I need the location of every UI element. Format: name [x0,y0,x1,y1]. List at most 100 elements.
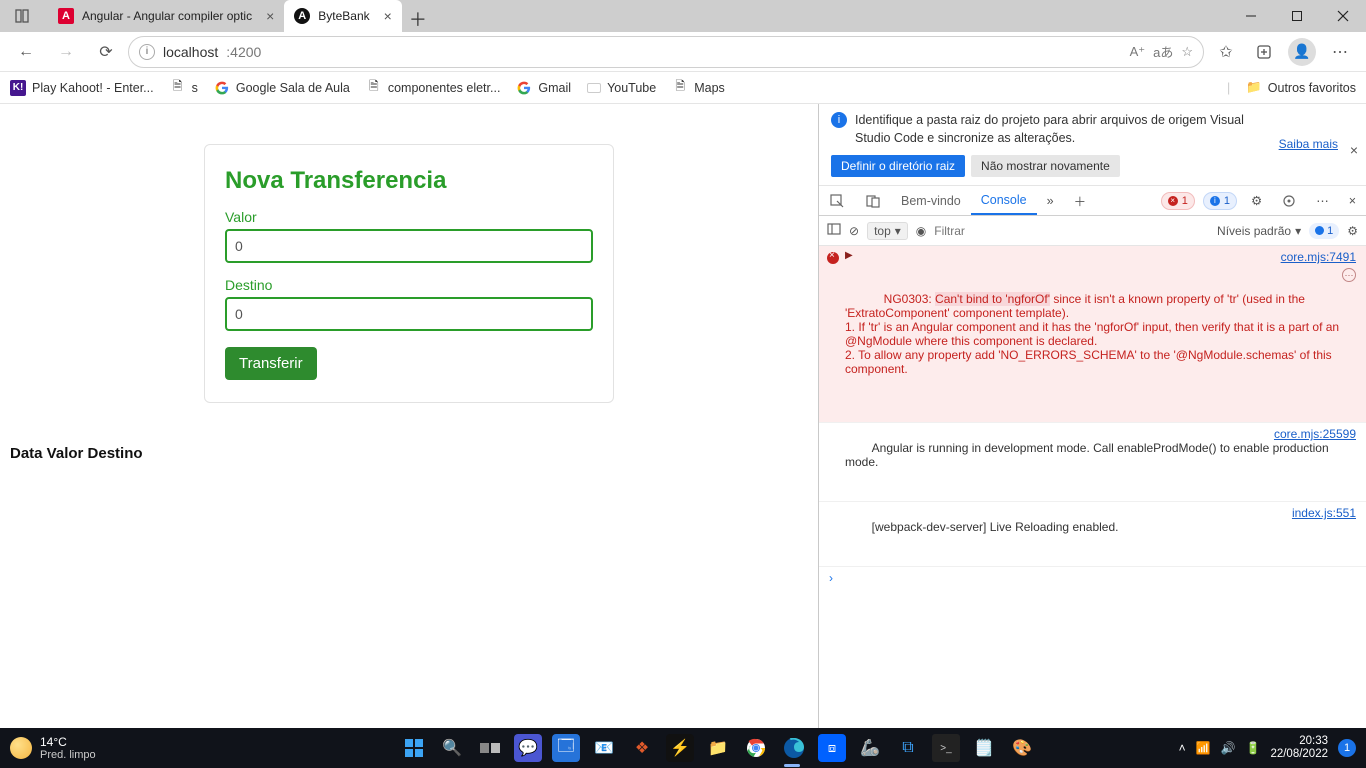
console-log-message[interactable]: [webpack-dev-server] Live Reloading enab… [819,502,1366,567]
bookmark-youtube[interactable]: YouTube [587,81,656,95]
error-count-pill[interactable]: ×1 [1161,192,1195,210]
bookmark-s[interactable]: 🗎s [170,80,198,96]
more-tabs-button[interactable]: » [1037,186,1064,215]
taskbar-app-icon[interactable]: 🗔 [552,734,580,762]
transfer-card: Nova Transferencia Valor Destino Transfe… [204,144,614,403]
log-source-link[interactable]: core.mjs:25599 [1274,427,1356,441]
error-highlight: Can't bind to 'ngforOf' [935,292,1050,306]
taskbar-weather-widget[interactable]: 14°C Pred. limpo [0,735,300,761]
taskbar-app-icon[interactable]: ⧈ [818,734,846,762]
collections-button[interactable] [1246,36,1282,68]
tab-console[interactable]: Console [971,186,1037,215]
browser-menu-button[interactable]: ⋯ [1322,36,1358,68]
wifi-icon[interactable]: 📶 [1196,741,1211,755]
minimize-button[interactable] [1228,0,1274,32]
maximize-button[interactable] [1274,0,1320,32]
console-log-message[interactable]: Angular is running in development mode. … [819,423,1366,502]
search-button[interactable]: 🔍 [438,734,466,762]
feedback-icon[interactable]: ⋯ [1342,268,1356,282]
file-explorer-button[interactable]: 📁 [704,734,732,762]
start-button[interactable] [400,734,428,762]
bookmark-componentes[interactable]: 🗎componentes eletr... [366,80,501,96]
read-aloud-icon[interactable]: A⁺ [1130,44,1146,60]
set-root-button[interactable]: Definir o diretório raiz [831,155,965,177]
transfer-button[interactable]: Transferir [225,347,317,380]
new-tab-button[interactable]: ＋ [402,6,434,32]
taskbar-app-icon[interactable]: 📧 [590,734,618,762]
tab-actions-button[interactable] [0,0,44,32]
weather-desc: Pred. limpo [40,749,96,761]
devtools-tabbar: Bem-vindo Console » ＋ ×1 i1 ⚙ ⋯ × [819,186,1366,216]
tray-overflow-button[interactable]: ˄ [1179,741,1186,755]
address-toolbar: ← → ⟳ i localhost:4200 A⁺ aあ ☆ ✩ 👤 ⋯ [0,32,1366,72]
favorites-button[interactable]: ✩ [1208,36,1244,68]
task-view-button[interactable] [476,734,504,762]
tab-angular-docs[interactable]: A Angular - Angular compiler optic × [48,0,284,32]
site-info-icon[interactable]: i [139,44,155,60]
log-source-link[interactable]: index.js:551 [1292,506,1356,520]
devtools-close-button[interactable]: × [1339,186,1366,215]
close-icon[interactable]: × [266,8,274,24]
levels-label: Níveis padrão [1217,224,1291,238]
taskbar-pinned-apps: 🔍 💬 🗔 📧 ❖ ⚡ 📁 ⧈ 🦾 ⧉ >_ 🗒️ 🎨 [300,734,1136,762]
taskbar-chrome-icon[interactable] [742,734,770,762]
bookmark-classroom[interactable]: Google Sala de Aula [214,80,350,96]
close-icon[interactable]: × [1350,142,1358,158]
taskbar-app-icon[interactable]: 💬 [514,734,542,762]
execution-context-selector[interactable]: top ▾ [867,222,908,240]
console-error-message[interactable]: × ▶ NG0303: Can't bind to 'ngforOf' sinc… [819,246,1366,423]
refresh-button[interactable]: ⟳ [88,36,124,68]
info-count-pill[interactable]: i1 [1203,192,1237,210]
destino-input[interactable] [225,297,593,331]
translate-icon[interactable]: aあ [1153,42,1173,61]
console-filter-input[interactable] [934,224,1209,238]
volume-icon[interactable]: 🔊 [1221,741,1236,755]
console-settings-button[interactable]: ⚙ [1347,224,1358,238]
error-source-link[interactable]: core.mjs:7491 [1281,250,1356,264]
forward-button[interactable]: → [48,36,84,68]
close-icon[interactable]: × [384,8,392,24]
favorite-icon[interactable]: ☆ [1181,44,1193,60]
caret-right-icon[interactable]: ▶ [845,250,853,261]
clear-console-button[interactable]: ⊘ [849,224,859,238]
log-levels-selector[interactable]: Níveis padrão ▾ [1217,224,1301,238]
banner-learn-more-link[interactable]: Saiba mais [1279,137,1338,151]
inspect-element-button[interactable] [819,186,855,215]
issues-count: 1 [1327,225,1333,237]
taskbar-app-icon[interactable]: 🗒️ [970,734,998,762]
taskbar-terminal-icon[interactable]: >_ [932,734,960,762]
devtools-customize-button[interactable] [1272,186,1306,215]
back-button[interactable]: ← [8,36,44,68]
devtools-settings-button[interactable]: ⚙ [1241,186,1272,215]
taskbar-edge-icon[interactable] [780,734,808,762]
tab-welcome[interactable]: Bem-vindo [891,186,971,215]
battery-icon[interactable]: 🔋 [1245,741,1260,755]
close-window-button[interactable] [1320,0,1366,32]
taskbar-vscode-icon[interactable]: ⧉ [894,734,922,762]
taskbar-app-icon[interactable]: ❖ [628,734,656,762]
dont-show-button[interactable]: Não mostrar novamente [971,155,1120,177]
tab-bytebank[interactable]: A ByteBank × [284,0,402,32]
issues-pill[interactable]: 1 [1309,223,1339,239]
taskbar-clock[interactable]: 20:33 22/08/2022 [1270,735,1328,760]
notification-badge[interactable]: 1 [1338,739,1356,757]
bookmark-maps[interactable]: 🗎Maps [672,80,725,96]
valor-input[interactable] [225,229,593,263]
devtools-menu-button[interactable]: ⋯ [1306,186,1339,215]
bookmark-kahoot[interactable]: K!Play Kahoot! - Enter... [10,80,154,96]
tab-strip: A Angular - Angular compiler optic × A B… [44,0,434,32]
new-tab-button[interactable]: ＋ [1064,186,1097,215]
taskbar-app-icon[interactable]: 🦾 [856,734,884,762]
error-icon: × [829,250,835,261]
console-prompt[interactable]: › [819,567,1366,589]
address-input[interactable]: i localhost:4200 A⁺ aあ ☆ [128,36,1204,68]
bookmark-gmail[interactable]: Gmail [516,80,571,96]
taskbar-app-icon[interactable]: 🎨 [1008,734,1036,762]
live-expression-button[interactable]: ◉ [916,224,926,238]
other-bookmarks-button[interactable]: 📁Outros favoritos [1246,80,1356,95]
console-sidebar-toggle[interactable] [827,222,841,239]
device-toolbar-button[interactable] [855,186,891,215]
taskbar-app-icon[interactable]: ⚡ [666,734,694,762]
page-icon: 🗎 [672,80,688,96]
profile-button[interactable]: 👤 [1284,36,1320,68]
